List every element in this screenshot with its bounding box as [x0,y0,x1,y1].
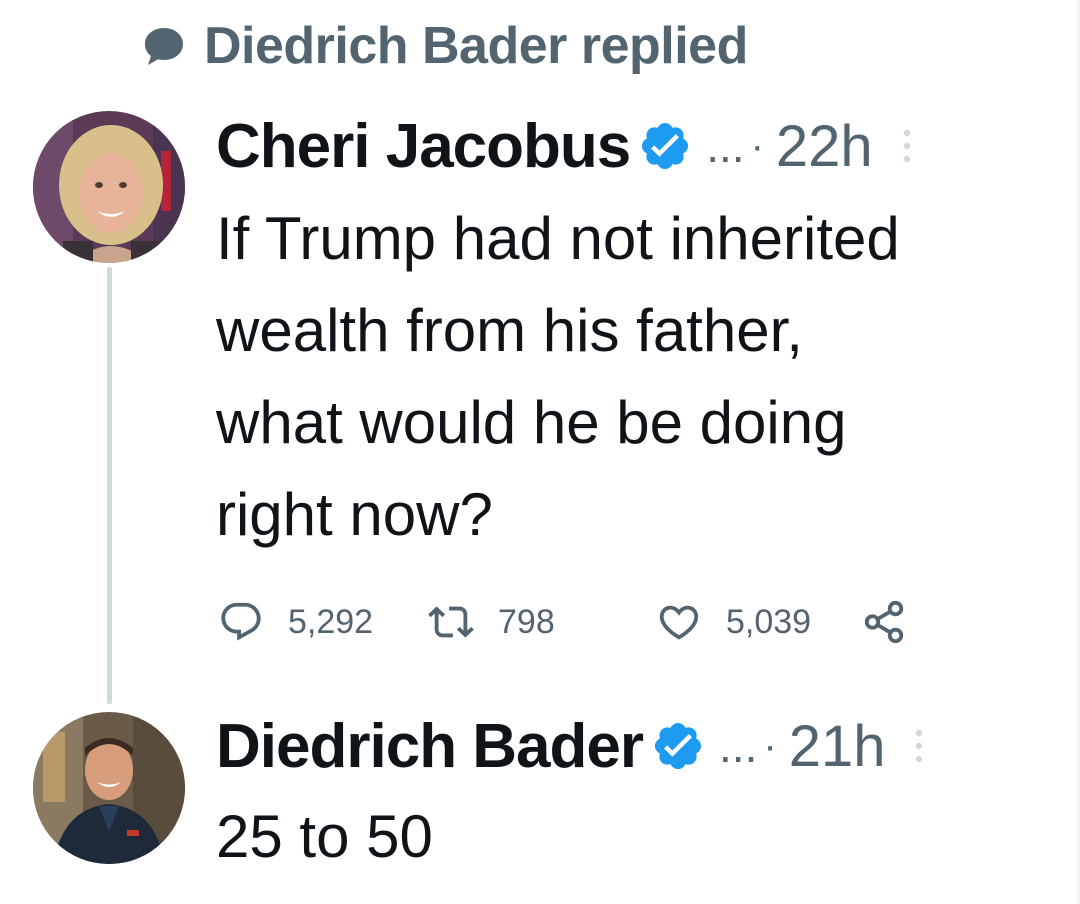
avatar-image [33,712,185,864]
reply-context-label: Diedrich Bader replied [204,17,748,75]
verified-badge-icon [642,122,689,170]
verified-badge-icon [654,722,702,770]
more-dots-icon[interactable] [901,126,913,166]
separator-dot: · [763,723,777,768]
retweet-count: 798 [498,602,555,641]
name-truncation: ... [719,720,758,772]
author-name[interactable]: Diedrich Bader [216,711,644,782]
author-name[interactable]: Cheri Jacobus [216,111,631,182]
retweet-button[interactable]: 798 [428,599,656,645]
thread-line [107,267,112,704]
retweet-icon [428,606,474,638]
separator-dot: · [750,123,764,168]
avatar-cheri-jacobus[interactable] [33,111,185,263]
reply-button[interactable]: 5,292 [218,599,428,645]
tweet-header: Cheri Jacobus ... · 22h [216,110,913,182]
tweet-actions: 5,292 798 5,039 [218,592,907,652]
like-count: 5,039 [726,602,812,641]
reply-context[interactable]: Diedrich Bader replied [142,14,748,78]
tweet-header: Diedrich Bader ... · 21h [216,710,925,782]
avatar-diedrich-bader[interactable] [33,712,185,864]
reply-icon [221,602,261,641]
timestamp[interactable]: 21h [789,713,886,780]
tweet-text: If Trump had not inherited wealth from h… [216,205,900,548]
timestamp[interactable]: 22h [776,113,873,180]
share-icon [864,600,904,644]
tweet-text: 25 to 50 [216,803,433,870]
speech-bubble-icon [145,28,183,65]
share-button[interactable] [861,599,907,645]
reply-count: 5,292 [288,602,374,641]
like-button[interactable]: 5,039 [656,599,861,645]
more-dots-icon[interactable] [913,726,925,766]
heart-icon [659,605,699,640]
avatar-image [33,111,185,263]
name-truncation: ... [706,120,745,172]
